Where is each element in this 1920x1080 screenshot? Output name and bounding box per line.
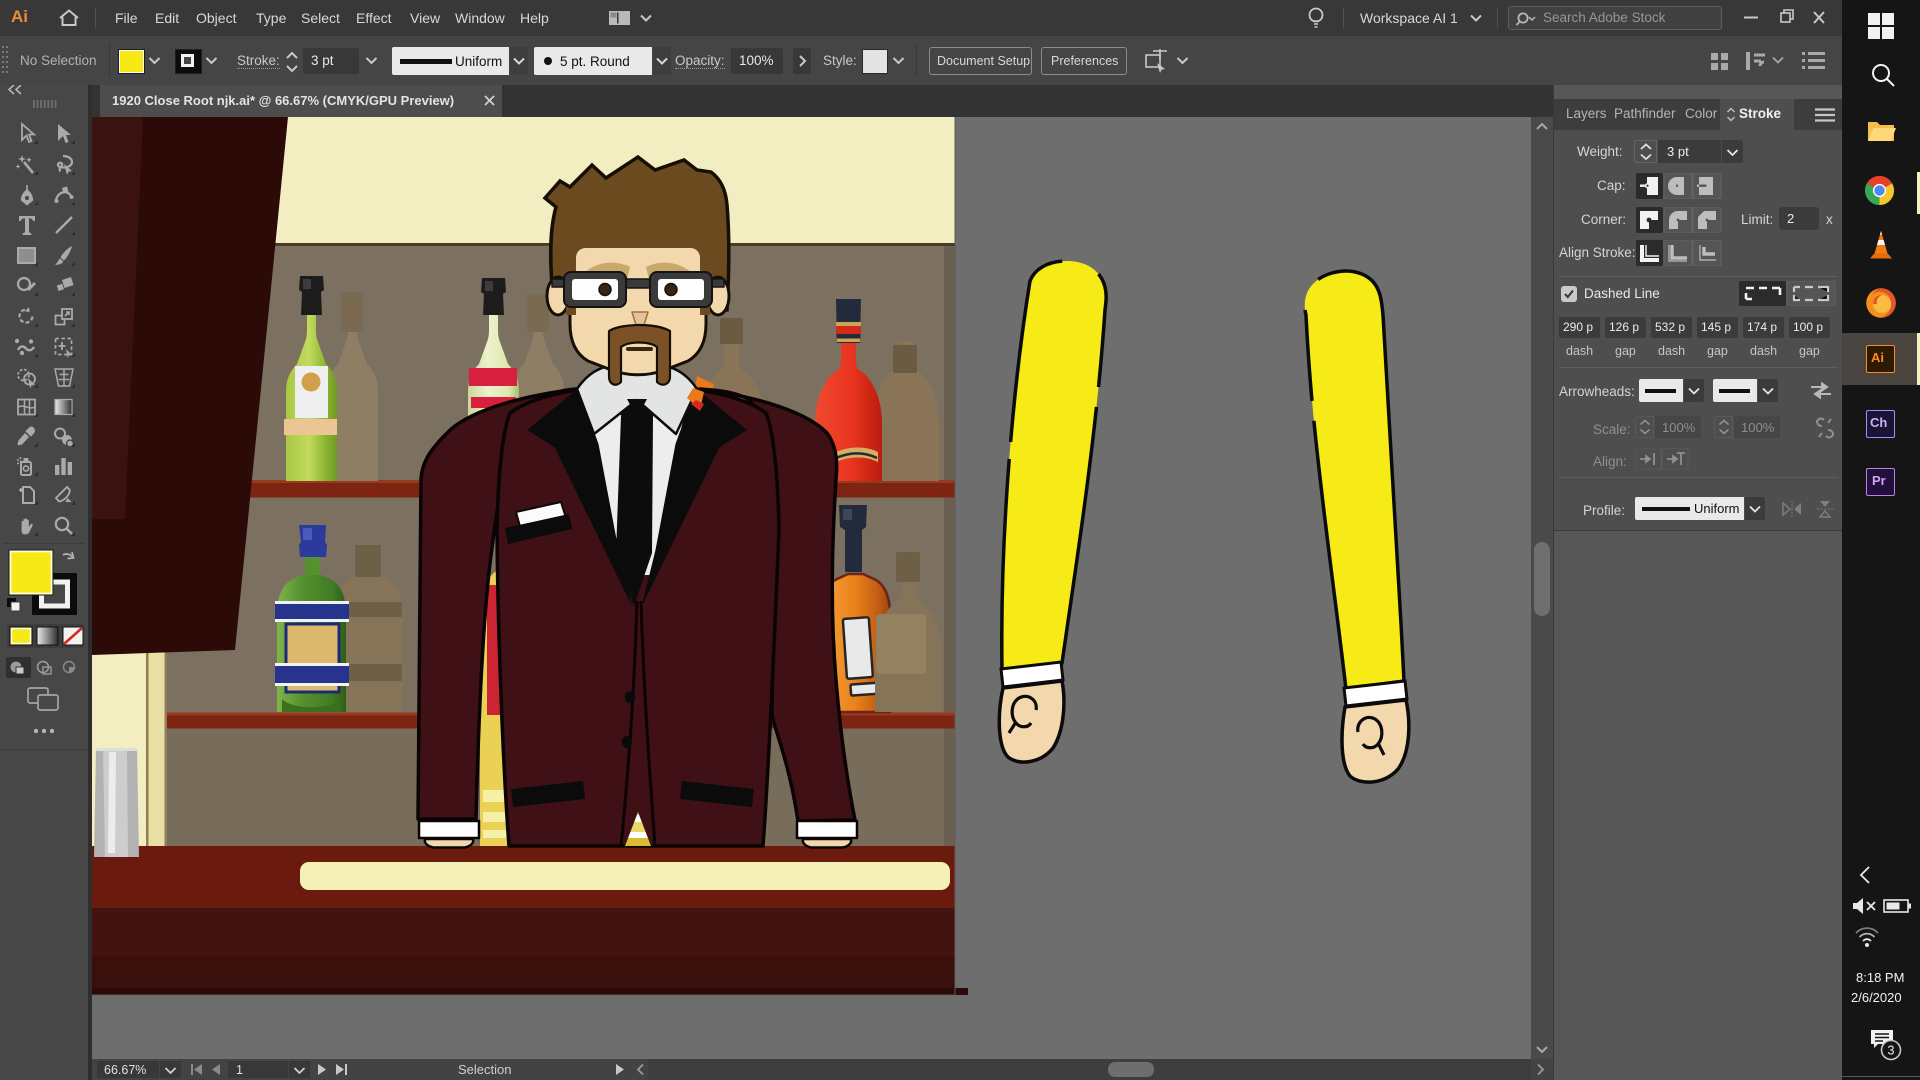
svg-text:3: 3 — [1888, 1044, 1895, 1058]
